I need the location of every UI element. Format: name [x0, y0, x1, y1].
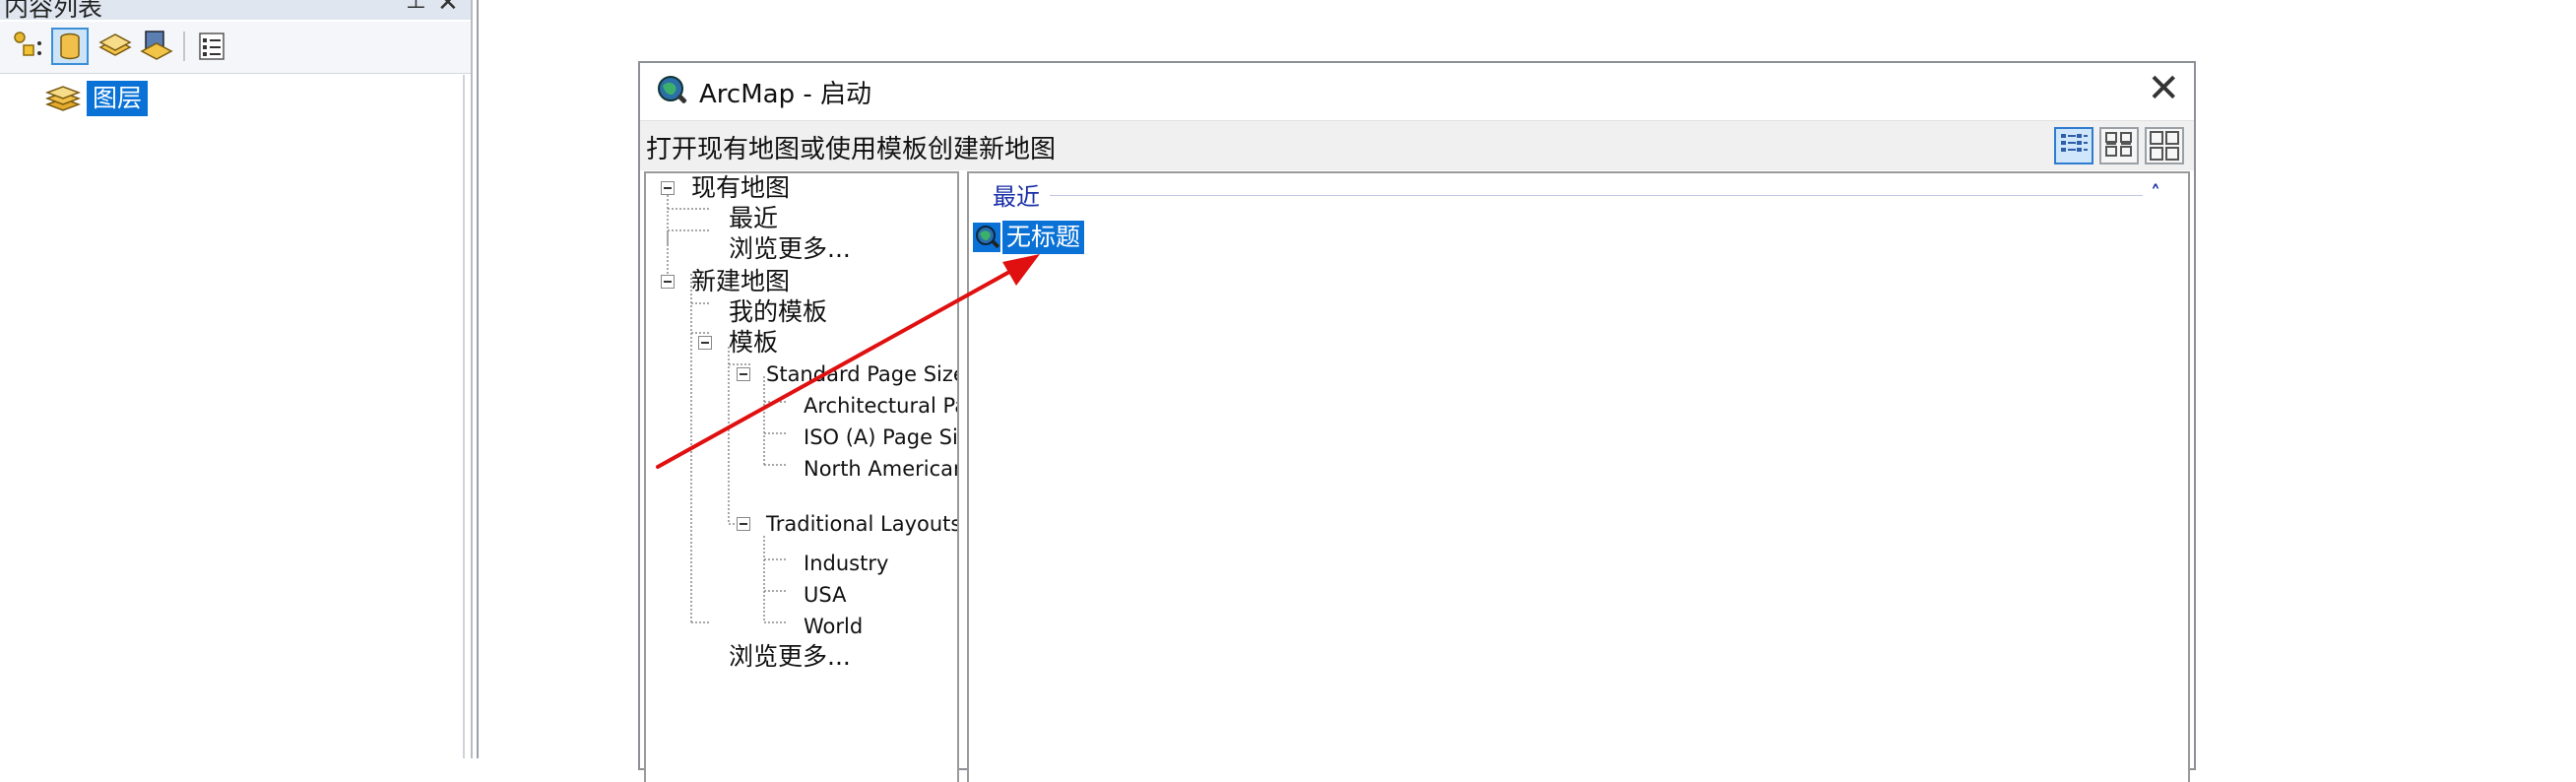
map-document-icon [973, 223, 1000, 252]
selection-layer-icon [140, 31, 173, 60]
options-button[interactable] [193, 28, 230, 65]
tree-usa[interactable]: USA [804, 580, 846, 610]
tree-standard-page-sizes[interactable]: Standard Page Sizes [766, 359, 957, 389]
instruction-text: 打开现有地图或使用模板创建新地图 [646, 135, 1057, 164]
toc-header: 内容列表 ⊥ ✕ [0, 0, 471, 20]
close-icon[interactable]: ✕ [437, 0, 459, 18]
collapse-section-button[interactable]: ˄ [2151, 181, 2160, 205]
arcmap-startup-dialog: ArcMap - 启动 ✕ 打开现有地图或使用模板创建新地图 现有地图 最近 浏… [638, 61, 2196, 782]
recent-section-label: 最近 [993, 183, 1040, 211]
list-by-drawing-order-button[interactable] [8, 28, 45, 65]
collapse-traditional-layouts-icon[interactable] [737, 517, 750, 531]
tree-browse-more-existing[interactable]: 浏览更多... [729, 234, 851, 264]
toc-toolbar [0, 22, 471, 74]
collapse-standard-page-sizes-icon[interactable] [737, 367, 750, 381]
toc-tree: 图层 [0, 75, 465, 758]
collapse-existing-maps-icon[interactable] [661, 181, 675, 195]
thumbnails-view-button[interactable] [2145, 127, 2184, 164]
dialog-title-bar[interactable]: ArcMap - 启动 ✕ [640, 63, 2194, 120]
details-view-icon [2061, 134, 2088, 152]
tree-architectural[interactable]: Architectural Pag [804, 391, 957, 421]
tree-iso[interactable]: ISO (A) Page Siz [804, 423, 957, 452]
tree-new-maps[interactable]: 新建地图 [691, 267, 790, 296]
tree-templates[interactable]: 模板 [729, 328, 778, 358]
options-list-icon [199, 33, 225, 60]
collapse-templates-icon[interactable] [698, 336, 712, 350]
section-divider [1050, 195, 2143, 196]
toc-title: 内容列表 [4, 0, 103, 20]
navigation-tree: 现有地图 最近 浏览更多... 新建地图 我的模板 模板 Standard Pa… [644, 171, 959, 782]
list-by-source-button[interactable] [51, 28, 89, 65]
content-pane: 最近 ˄ 无标题 [967, 171, 2190, 782]
toolbar-separator [183, 32, 185, 61]
tree-my-templates[interactable]: 我的模板 [729, 297, 827, 327]
dialog-title: ArcMap - 启动 [699, 80, 871, 109]
arcmap-globe-icon [658, 76, 687, 103]
list-by-drawing-order-icon [14, 32, 41, 56]
collapse-new-maps-icon[interactable] [661, 275, 675, 289]
tree-existing-maps[interactable]: 现有地图 [691, 173, 790, 203]
large-icons-view-button[interactable] [2099, 127, 2139, 164]
layers-icon [44, 86, 82, 111]
panel-splitter[interactable] [477, 0, 479, 758]
large-icons-view-icon [2105, 132, 2132, 157]
recent-map-label[interactable]: 无标题 [1002, 221, 1085, 254]
tree-recent[interactable]: 最近 [729, 204, 778, 233]
list-by-selection-button[interactable] [138, 28, 175, 65]
list-by-visibility-button[interactable] [97, 28, 134, 65]
details-view-button[interactable] [2054, 127, 2093, 164]
instruction-bar: 打开现有地图或使用模板创建新地图 [640, 120, 2194, 170]
tree-traditional-layouts[interactable]: Traditional Layouts [766, 509, 957, 539]
layer-root-node[interactable]: 图层 [44, 79, 149, 118]
database-icon [60, 33, 80, 60]
thumbnails-view-icon [2150, 131, 2179, 161]
tree-world[interactable]: World [804, 612, 863, 641]
table-of-contents-panel: 内容列表 ⊥ ✕ 图层 [0, 0, 473, 758]
layer-root-label[interactable]: 图层 [87, 81, 149, 116]
layers-visibility-icon [98, 33, 132, 56]
recent-map-item[interactable]: 无标题 [973, 221, 1085, 254]
tree-north-american[interactable]: North American ( [804, 454, 957, 484]
tree-browse-more-new[interactable]: 浏览更多... [729, 642, 851, 672]
pin-icon[interactable]: ⊥ [406, 0, 426, 14]
tree-industry[interactable]: Industry [804, 549, 888, 578]
close-button[interactable]: ✕ [2147, 67, 2180, 110]
